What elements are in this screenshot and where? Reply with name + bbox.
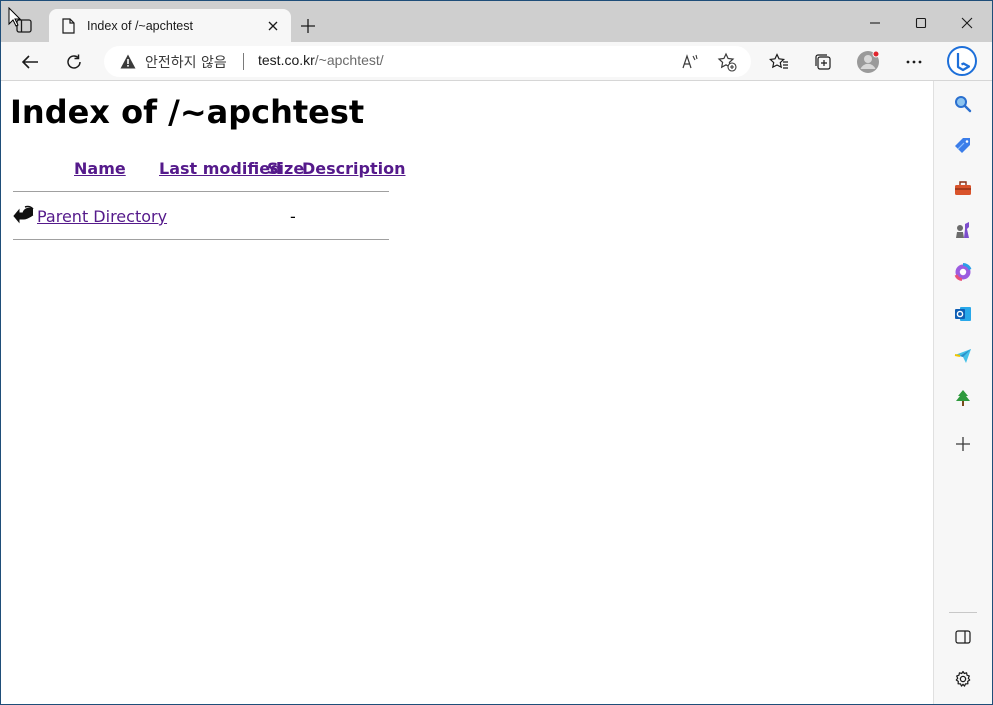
more-icon[interactable]	[900, 48, 928, 76]
favorites-icon[interactable]	[765, 48, 793, 76]
office-icon[interactable]	[949, 258, 977, 286]
profile-icon[interactable]	[854, 48, 882, 76]
back-folder-icon	[13, 205, 34, 224]
toolbox-icon[interactable]	[949, 174, 977, 202]
mouse-cursor-icon	[8, 7, 22, 27]
send-icon[interactable]	[949, 342, 977, 370]
settings-gear-icon[interactable]	[949, 665, 977, 693]
url-host: test.co.kr	[258, 52, 315, 68]
collections-icon[interactable]	[809, 48, 837, 76]
column-header-last-modified[interactable]: Last modified	[159, 159, 282, 178]
bing-icon[interactable]	[946, 45, 978, 77]
tab-active[interactable]: Index of /~apchtest	[49, 9, 291, 42]
refresh-icon[interactable]	[60, 48, 88, 76]
page-content: Index of /~apchtest Name Last modified S…	[1, 81, 933, 704]
read-aloud-icon[interactable]	[680, 51, 702, 73]
add-icon[interactable]	[949, 430, 977, 458]
plus-icon[interactable]	[297, 15, 319, 37]
tab-title: Index of /~apchtest	[87, 18, 193, 33]
listing-header: Name Last modified Size Description	[13, 159, 405, 181]
outlook-icon[interactable]	[949, 300, 977, 328]
directory-listing: Name Last modified Size Description Pare…	[13, 159, 405, 240]
back-arrow-icon[interactable]	[16, 48, 44, 76]
maximize-icon[interactable]	[909, 11, 933, 35]
add-favorite-icon[interactable]	[716, 51, 738, 73]
size-cell: -	[290, 207, 296, 226]
sidebar-divider	[949, 612, 977, 613]
edge-sidebar	[933, 81, 992, 704]
url-text[interactable]: test.co.kr/~apchtest/	[258, 52, 384, 68]
column-header-name[interactable]: Name	[74, 159, 126, 178]
page-icon	[61, 17, 77, 34]
close-window-icon[interactable]	[955, 11, 979, 35]
column-header-size[interactable]: Size	[267, 159, 304, 178]
url-path: /~apchtest/	[314, 52, 384, 68]
sidebar-toggle-icon[interactable]	[949, 623, 977, 651]
search-icon[interactable]	[949, 90, 977, 118]
tab-strip: Index of /~apchtest	[1, 1, 992, 42]
shopping-tag-icon[interactable]	[949, 132, 977, 160]
page-title: Index of /~apchtest	[10, 93, 365, 131]
footer-rule	[13, 239, 389, 240]
table-row: Parent Directory -	[13, 192, 389, 239]
address-divider	[243, 53, 244, 70]
warning-icon[interactable]	[120, 54, 136, 69]
column-header-description[interactable]: Description	[302, 159, 405, 178]
parent-directory-link[interactable]: Parent Directory	[37, 207, 167, 226]
games-icon[interactable]	[949, 216, 977, 244]
minimize-icon[interactable]	[863, 11, 887, 35]
toolbar: 안전하지 않음 test.co.kr/~apchtest/	[1, 42, 992, 81]
security-label[interactable]: 안전하지 않음	[145, 52, 227, 72]
address-bar[interactable]: 안전하지 않음 test.co.kr/~apchtest/	[104, 46, 751, 77]
browser-window: Index of /~apchtest 안전하지 않음 test.co.kr/~…	[1, 1, 992, 704]
close-icon[interactable]	[265, 18, 281, 34]
tree-icon[interactable]	[949, 384, 977, 412]
